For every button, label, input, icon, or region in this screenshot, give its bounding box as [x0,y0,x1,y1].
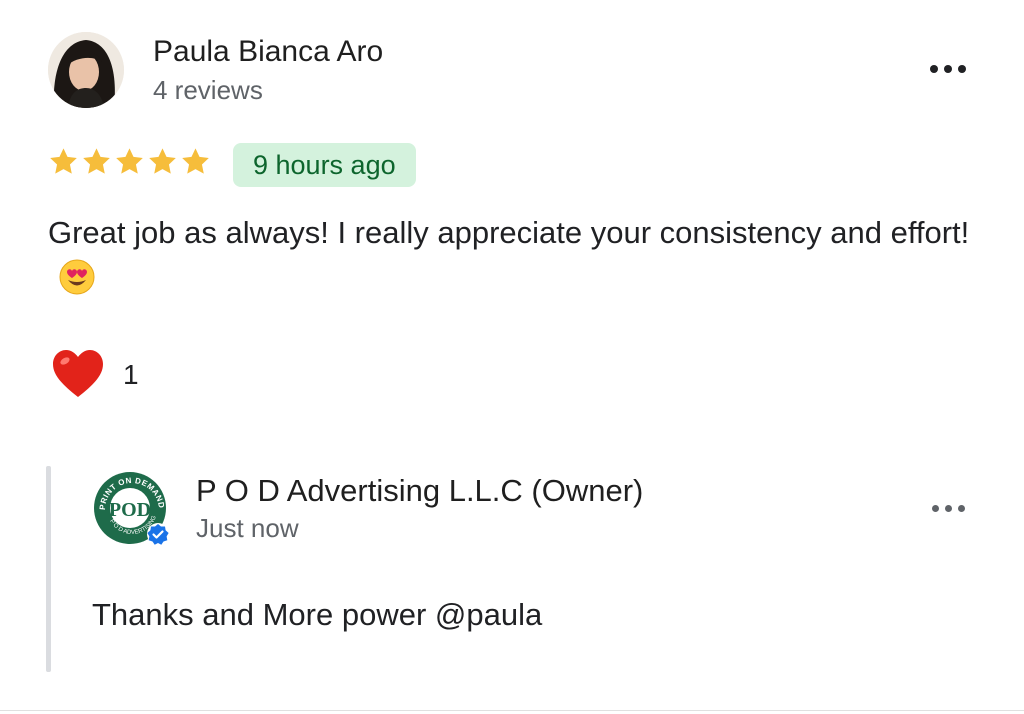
reviewer-avatar[interactable] [48,32,124,108]
star-icon [83,148,110,174]
reply-indent-bar [46,466,51,672]
heart-eyes-emoji-icon [58,258,96,296]
heart-reaction-button[interactable] [50,347,106,401]
review-text-content: Great job as always! I really appreciate… [48,215,970,250]
star-icon [149,148,176,174]
star-rating [48,146,211,177]
divider [0,710,1024,711]
star-icon [182,148,209,174]
review-time-badge: 9 hours ago [233,143,416,187]
owner-reply-time: Just now [196,513,299,543]
owner-reply-name[interactable]: P O D Advertising L.L.C (Owner) [196,472,643,510]
review-text: Great job as always! I really appreciate… [48,210,988,302]
more-horizontal-icon [930,65,966,73]
more-horizontal-icon [931,504,965,512]
verified-badge-icon [147,523,169,545]
reply-more-options-button[interactable] [926,494,970,522]
owner-reply-text: Thanks and More power @paula [92,597,543,632]
owner-logo[interactable]: PRINT ON DEMAND P O D ADVERTISING POD [92,470,172,550]
reviewer-name[interactable]: Paula Bianca Aro [153,34,383,70]
heart-icon [53,350,103,397]
star-icon [50,148,77,174]
svg-text:POD: POD [109,499,151,521]
star-icon [116,148,143,174]
reviewer-review-count: 4 reviews [153,75,263,105]
review-more-options-button[interactable] [926,55,970,83]
reaction-count: 1 [123,359,139,390]
